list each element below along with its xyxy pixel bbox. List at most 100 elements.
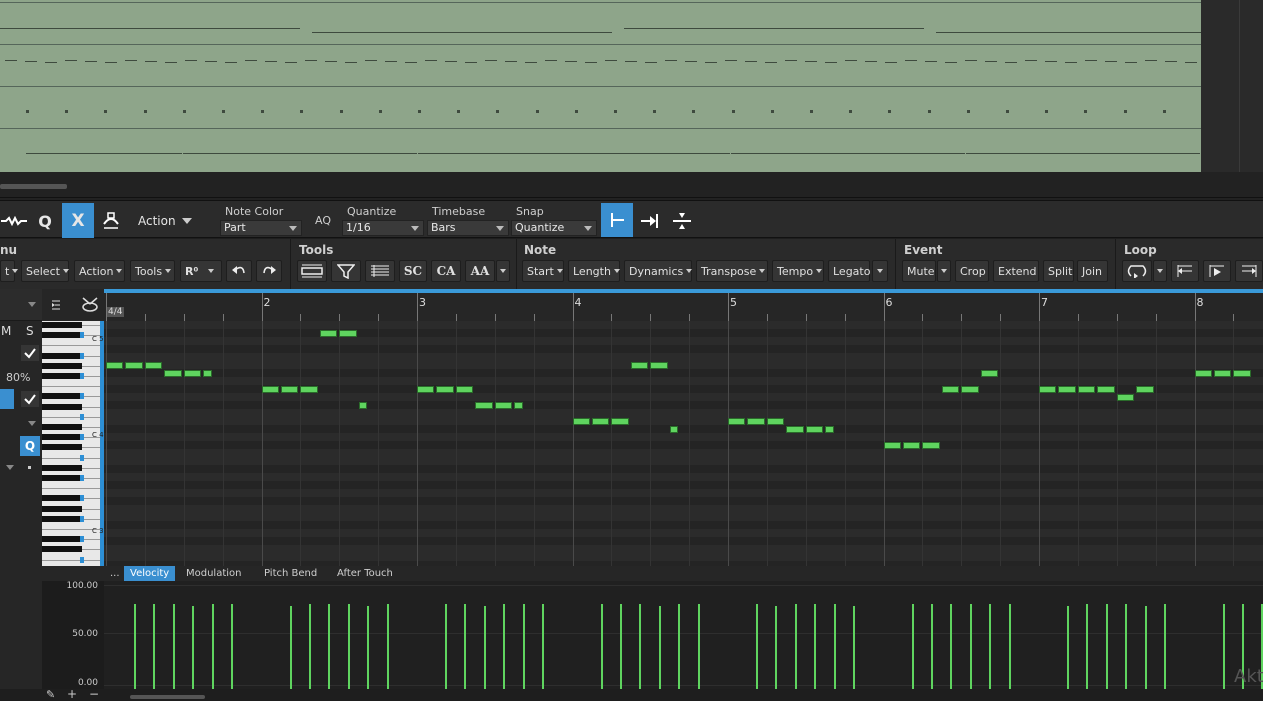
black-key[interactable] — [42, 393, 82, 400]
midi-note[interactable] — [902, 442, 921, 449]
velocity-bar[interactable] — [911, 603, 914, 689]
velocity-bar[interactable] — [1067, 605, 1069, 689]
dynamics-menu[interactable]: Dynamics — [624, 260, 693, 282]
midi-note[interactable] — [1233, 370, 1251, 377]
midi-note[interactable] — [805, 426, 824, 433]
velocity-lane[interactable] — [104, 581, 1263, 689]
midi-note[interactable] — [106, 362, 124, 369]
velocity-bar[interactable] — [134, 603, 136, 689]
lane-tab-after-touch[interactable]: After Touch — [331, 566, 399, 581]
t-menu[interactable]: t — [0, 260, 19, 282]
midi-note[interactable] — [883, 442, 901, 449]
velocity-bar[interactable] — [483, 605, 486, 689]
horizontal-scroll-thumb[interactable] — [130, 695, 205, 699]
zoom-in-icon[interactable]: + — [67, 687, 77, 701]
velocity-bar[interactable] — [347, 603, 350, 689]
quantize-q-button[interactable]: Q — [32, 205, 58, 237]
velocity-bar[interactable] — [289, 605, 292, 689]
black-key[interactable] — [42, 536, 82, 543]
velocity-bar[interactable] — [1144, 605, 1147, 689]
undo-icon[interactable] — [226, 260, 252, 282]
midi-note[interactable] — [786, 426, 804, 433]
velocity-bar[interactable] — [1086, 603, 1089, 689]
velocity-bar[interactable] — [600, 603, 603, 689]
midi-note[interactable] — [1077, 386, 1096, 393]
velocity-bar[interactable] — [639, 603, 642, 689]
toolbar-action-menu[interactable]: Action — [138, 205, 200, 237]
midi-note[interactable] — [961, 386, 979, 393]
midi-note[interactable] — [825, 426, 834, 433]
velocity-bar[interactable] — [969, 603, 972, 689]
midi-note[interactable] — [572, 418, 590, 425]
velocity-bar[interactable] — [328, 603, 331, 689]
midi-note[interactable] — [1213, 370, 1232, 377]
velocity-bar[interactable] — [542, 603, 545, 689]
edit-tool-icon[interactable]: ✎ — [46, 688, 55, 701]
midi-note[interactable] — [514, 402, 523, 409]
undo-history-icon[interactable] — [98, 205, 124, 237]
black-key[interactable] — [42, 505, 82, 512]
chevron-down-icon[interactable] — [28, 421, 36, 426]
midi-note[interactable] — [319, 330, 338, 337]
start-menu[interactable]: Start — [522, 260, 564, 282]
check-icon[interactable] — [21, 391, 39, 407]
black-key[interactable] — [42, 515, 82, 522]
midi-note[interactable] — [1194, 370, 1212, 377]
midi-note[interactable] — [455, 386, 474, 393]
snap-select[interactable]: Quantize — [511, 220, 597, 236]
midi-note[interactable] — [980, 370, 999, 377]
velocity-bar[interactable] — [231, 603, 234, 689]
black-key[interactable] — [42, 352, 82, 359]
velocity-bar[interactable] — [308, 603, 311, 689]
instrument-part[interactable] — [0, 0, 1236, 172]
velocity-bar[interactable] — [930, 603, 933, 689]
x-button[interactable]: X — [62, 203, 94, 238]
midi-note[interactable] — [339, 330, 357, 337]
velocity-bar[interactable] — [814, 603, 817, 689]
velocity-bar[interactable] — [678, 603, 681, 689]
midi-note[interactable] — [358, 402, 368, 409]
loop-play-icon[interactable] — [1203, 260, 1231, 282]
midi-note[interactable] — [669, 426, 679, 433]
loop-start-icon[interactable] — [1171, 260, 1199, 282]
midi-note[interactable] — [183, 370, 202, 377]
velocity-bar[interactable] — [192, 605, 195, 689]
lane-tab-modulation[interactable]: Modulation — [180, 566, 248, 581]
mute-button[interactable]: Mute — [902, 260, 936, 282]
velocity-bar[interactable] — [1164, 603, 1167, 689]
tools-more-dropdown[interactable] — [496, 260, 510, 282]
ca-button[interactable]: CA — [431, 260, 461, 282]
midi-note[interactable] — [475, 402, 493, 409]
select-menu[interactable]: Select — [21, 260, 69, 282]
midi-note[interactable] — [650, 362, 668, 369]
black-key[interactable] — [42, 495, 82, 502]
aa-button[interactable]: AA — [465, 260, 495, 282]
black-key[interactable] — [42, 475, 82, 481]
black-key[interactable] — [42, 546, 82, 553]
chevron-down-icon[interactable] — [6, 465, 14, 470]
black-key[interactable] — [42, 403, 82, 410]
midi-note[interactable] — [280, 386, 299, 393]
filter-icon[interactable] — [331, 260, 361, 282]
velocity-bar[interactable] — [153, 603, 156, 689]
velocity-bar[interactable] — [794, 603, 797, 689]
midi-note[interactable] — [494, 402, 513, 409]
velocity-bar[interactable] — [464, 603, 467, 689]
velocity-bar[interactable] — [619, 603, 622, 689]
lane-more-button[interactable]: ... — [104, 566, 126, 581]
aq-button[interactable]: AQ — [315, 214, 331, 227]
black-key[interactable] — [42, 322, 82, 328]
transpose-menu[interactable]: Transpose — [696, 260, 768, 282]
split-button[interactable]: Split — [1043, 260, 1074, 282]
velocity-bar[interactable] — [503, 603, 506, 689]
quantize-select[interactable]: 1/16 — [342, 220, 424, 236]
velocity-bar[interactable] — [950, 603, 953, 689]
note-color-select[interactable]: Part — [220, 220, 302, 236]
velocity-bar[interactable] — [756, 603, 758, 689]
timeline-ruler[interactable]: 4/4 2 3 4 5 6 7 8 — [104, 289, 1263, 321]
r0-menu[interactable]: R⁰ — [180, 260, 222, 282]
velocity-bar[interactable] — [172, 603, 175, 689]
crop-button[interactable]: Crop — [955, 260, 989, 282]
midi-note[interactable] — [1058, 386, 1076, 393]
list-expand-icon[interactable] — [50, 299, 62, 314]
